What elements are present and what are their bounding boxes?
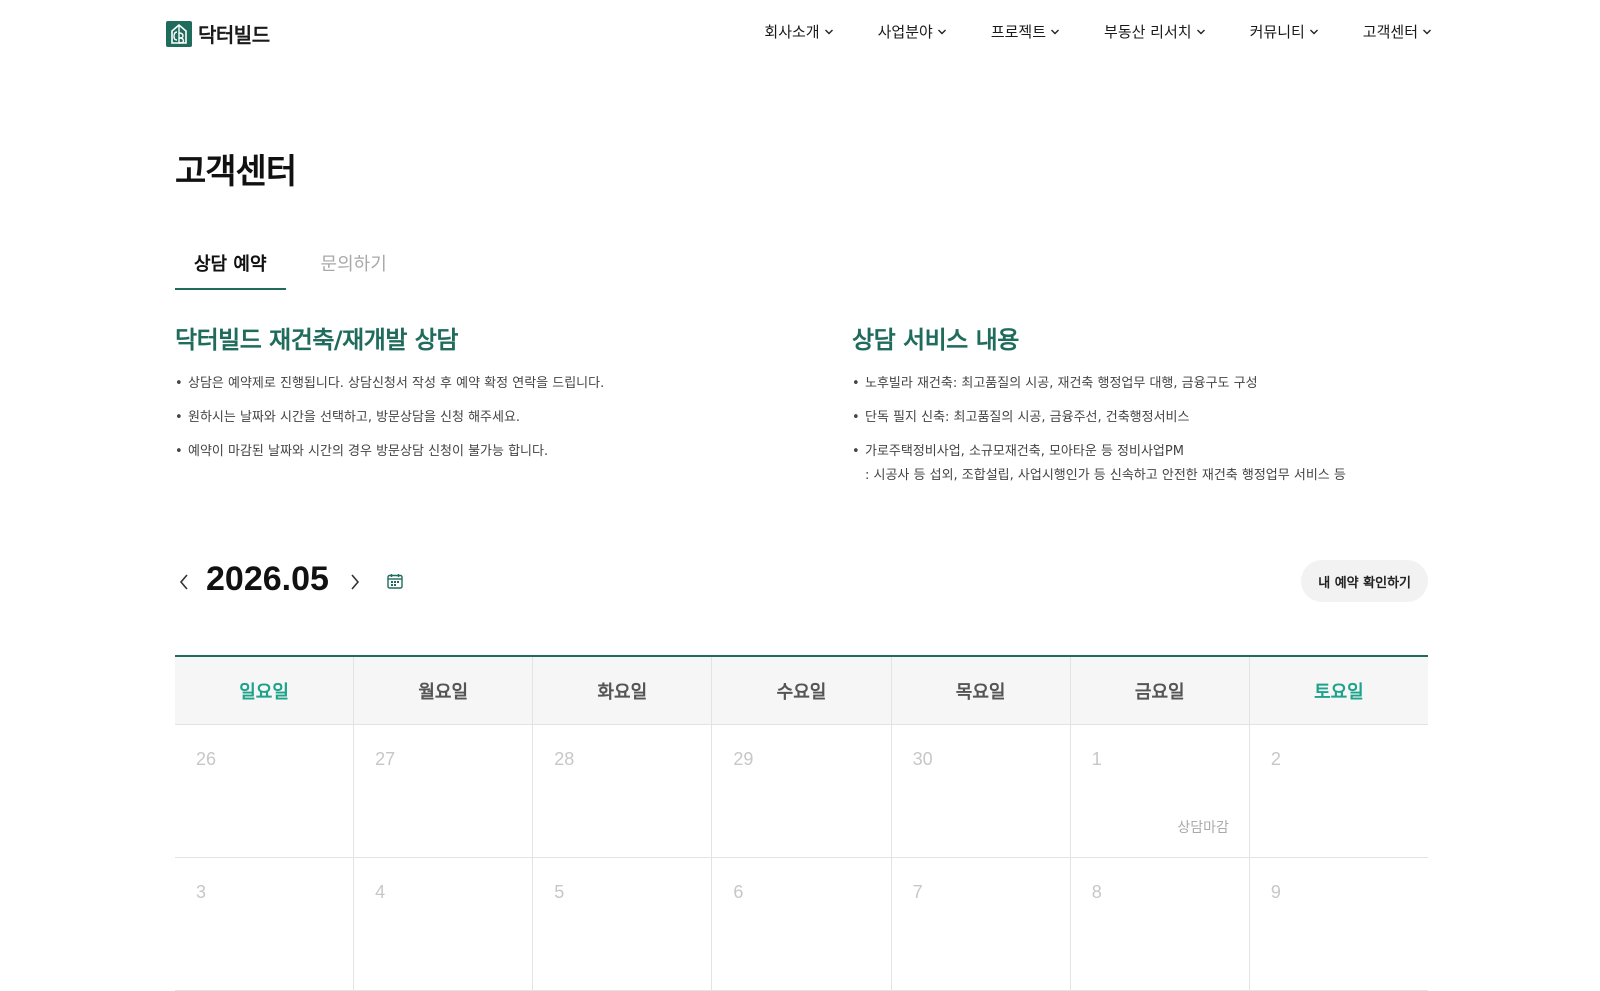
calendar-day-cell[interactable]: 30 bbox=[892, 725, 1071, 857]
page-title: 고객센터 bbox=[175, 152, 297, 192]
calendar-day-cell[interactable]: 29 bbox=[712, 725, 892, 857]
weekday-monday: 월요일 bbox=[354, 657, 534, 724]
calendar-day-cell[interactable]: 9 bbox=[1250, 858, 1428, 990]
day-number: 26 bbox=[196, 749, 217, 769]
chevron-down-icon bbox=[1423, 29, 1431, 34]
weekday-tuesday: 화요일 bbox=[533, 657, 713, 724]
calendar-week-row: 3 4 5 6 7 8 9 bbox=[175, 858, 1428, 991]
calendar-day-cell[interactable]: 1 상담마감 bbox=[1071, 725, 1250, 857]
calendar-day-cell[interactable]: 5 bbox=[533, 858, 713, 990]
weekday-sunday: 일요일 bbox=[175, 657, 355, 724]
list-item: 노후빌라 재건축: 최고품질의 시공, 재건축 행정업무 대행, 금융구도 구성 bbox=[852, 375, 1472, 393]
nav-item-business[interactable]: 사업분야 bbox=[878, 21, 947, 42]
weekday-header-row: 일요일 월요일 화요일 수요일 목요일 금요일 토요일 bbox=[175, 657, 1428, 725]
calendar-day-cell[interactable]: 6 bbox=[712, 858, 892, 990]
logo-text: 닥터빌드 bbox=[198, 23, 270, 47]
chevron-left-icon[interactable] bbox=[177, 572, 191, 592]
nav-item-label: 부동산 리서치 bbox=[1104, 23, 1192, 41]
day-number: 27 bbox=[375, 749, 396, 769]
list-item-text: 단독 필지 신축: 최고품질의 시공, 금융주선, 건축행정서비스 bbox=[865, 410, 1190, 425]
nav-item-community[interactable]: 커뮤니티 bbox=[1250, 21, 1319, 42]
calendar-day-cell[interactable]: 4 bbox=[354, 858, 534, 990]
list-item: 원하시는 날짜와 시간을 선택하고, 방문상담을 신청 해주세요. bbox=[175, 409, 795, 427]
section-title: 상담 서비스 내용 bbox=[852, 326, 1019, 354]
chevron-right-icon[interactable] bbox=[348, 572, 362, 592]
calendar-day-cell[interactable]: 26 bbox=[175, 725, 355, 857]
chevron-down-icon bbox=[1196, 29, 1205, 34]
nav-item-company[interactable]: 회사소개 bbox=[764, 21, 833, 42]
day-number: 29 bbox=[733, 749, 754, 769]
nav-item-label: 사업분야 bbox=[877, 23, 933, 41]
nav-item-label: 회사소개 bbox=[764, 23, 820, 41]
weekday-saturday: 토요일 bbox=[1314, 681, 1364, 703]
nav-item-research[interactable]: 부동산 리서치 bbox=[1104, 21, 1206, 42]
weekday-thursday: 목요일 bbox=[892, 657, 1071, 724]
weekday-friday: 금요일 bbox=[1071, 657, 1250, 724]
day-number: 1 bbox=[1091, 749, 1102, 769]
weekday-wednesday: 수요일 bbox=[712, 657, 892, 724]
nav-item-label: 프로젝트 bbox=[990, 23, 1047, 41]
chevron-down-icon bbox=[1051, 29, 1060, 34]
nav-item-projects[interactable]: 프로젝트 bbox=[991, 21, 1060, 42]
chevron-down-icon bbox=[824, 29, 833, 34]
my-booking-button[interactable]: 내 예약 확인하기 bbox=[1301, 560, 1428, 602]
calendar-day-cell[interactable]: 28 bbox=[533, 725, 713, 857]
nav-item-label: 고객센터 bbox=[1362, 23, 1418, 41]
calendar-day-cell[interactable]: 7 bbox=[892, 858, 1071, 990]
list-item-text: 노후빌라 재건축: 최고품질의 시공, 재건축 행정업무 대행, 금융구도 구성 bbox=[865, 376, 1258, 391]
nav-item-support[interactable]: 고객센터 bbox=[1363, 21, 1432, 42]
day-status-badge: 상담마감 bbox=[1177, 820, 1229, 836]
day-number: 2 bbox=[1270, 749, 1281, 769]
tab-consult-booking[interactable]: 상담 예약 bbox=[175, 246, 286, 290]
list-item: 상담은 예약제로 진행됩니다. 상담신청서 작성 후 예약 확정 연락을 드립니… bbox=[175, 375, 795, 393]
section-title: 닥터빌드 재건축/재개발 상담 bbox=[175, 326, 458, 354]
list-item: 예약이 마감된 날짜와 시간의 경우 방문상담 신청이 불가능 합니다. bbox=[175, 443, 795, 461]
calendar-day-cell[interactable]: 2 bbox=[1250, 725, 1428, 857]
tab-bar: 상담 예약 문의하기 bbox=[175, 246, 406, 290]
calendar-icon[interactable] bbox=[386, 572, 404, 590]
list-item-subtext: : 시공사 등 섭외, 조합설립, 사업시행인가 등 신속하고 안전한 재건축 … bbox=[865, 468, 1346, 483]
list-item: 가로주택정비사업, 소규모재건축, 모아타운 등 정비사업PM : 시공사 등 … bbox=[852, 443, 1472, 485]
site-header: 닥터빌드 회사소개 사업분야 프로젝트 부동산 리서치 커뮤니티 고객센터 bbox=[0, 0, 1600, 66]
calendar-day-cell[interactable]: 27 bbox=[354, 725, 534, 857]
service-info-list: 노후빌라 재건축: 최고품질의 시공, 재건축 행정업무 대행, 금융구도 구성… bbox=[852, 375, 1472, 485]
day-number: 28 bbox=[554, 749, 575, 769]
consult-info-list: 상담은 예약제로 진행됩니다. 상담신청서 작성 후 예약 확정 연락을 드립니… bbox=[175, 375, 795, 461]
consult-info-section: 닥터빌드 재건축/재개발 상담 상담은 예약제로 진행됩니다. 상담신청서 작성… bbox=[175, 320, 795, 477]
service-info-section: 상담 서비스 내용 노후빌라 재건축: 최고품질의 시공, 재건축 행정업무 대… bbox=[852, 320, 1472, 501]
nav-item-label: 커뮤니티 bbox=[1249, 23, 1305, 41]
main-nav: 회사소개 사업분야 프로젝트 부동산 리서치 커뮤니티 고객센터 bbox=[720, 21, 1432, 42]
chevron-down-icon bbox=[1309, 29, 1318, 34]
calendar-day-cell[interactable]: 3 bbox=[175, 858, 355, 990]
booking-calendar: 일요일 월요일 화요일 수요일 목요일 금요일 토요일 26 27 28 29 … bbox=[175, 655, 1428, 991]
calendar-header: 2026.05 내 예약 확인하기 bbox=[175, 560, 1428, 604]
list-item-text: 가로주택정비사업, 소규모재건축, 모아타운 등 정비사업PM bbox=[865, 444, 1184, 459]
tab-inquiry[interactable]: 문의하기 bbox=[286, 246, 406, 290]
list-item: 단독 필지 신축: 최고품질의 시공, 금융주선, 건축행정서비스 bbox=[852, 409, 1472, 427]
calendar-day-cell[interactable]: 8 bbox=[1071, 858, 1250, 990]
logo[interactable]: 닥터빌드 bbox=[166, 19, 270, 48]
current-month: 2026.05 bbox=[206, 560, 329, 598]
building-logo-icon bbox=[166, 20, 192, 47]
day-number: 30 bbox=[912, 749, 933, 769]
chevron-down-icon bbox=[937, 29, 946, 34]
calendar-week-row: 26 27 28 29 30 1 상담마감 2 bbox=[175, 725, 1428, 858]
